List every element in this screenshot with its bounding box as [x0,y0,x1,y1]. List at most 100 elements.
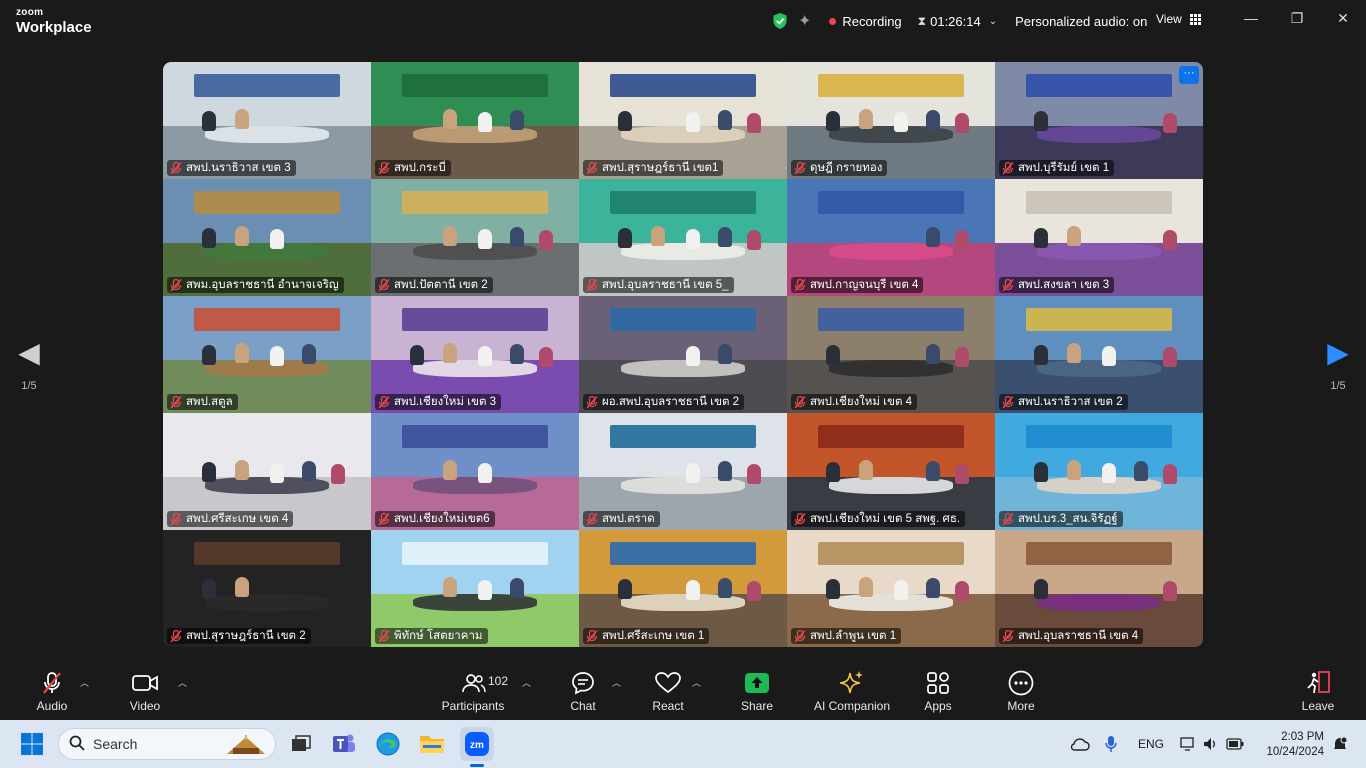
active-app-indicator [470,764,484,767]
more-label: More [1007,699,1035,713]
participant-figure [443,576,458,597]
microphone-muted-icon [586,278,598,292]
participant-video-tile[interactable]: สพป.เชียงใหม่ เขต 3 [371,296,579,413]
participant-video-tile[interactable]: สพป.อุบลราชธานี เขต 4 [995,530,1203,647]
task-view-icon[interactable] [285,728,317,760]
participant-video-tile[interactable]: สพป.สงขลา เขต 3 [995,179,1203,296]
participant-figure [859,459,874,480]
audio-button[interactable]: Audio [32,670,72,713]
participant-name: สพป.ปัตตานี เขต 2 [394,279,488,291]
participant-name: สพป.เชียงใหม่ เขต 4 [810,396,913,408]
room-banner [194,73,340,98]
share-label: Share [740,699,774,713]
participant-video-tile[interactable]: สพป.ลำพูน เขต 1 [787,530,995,647]
microphone-muted-icon [794,395,806,409]
weather-cloud-icon[interactable] [1070,720,1090,768]
view-button[interactable]: View [1156,12,1201,26]
react-button[interactable]: React [648,670,688,713]
teams-icon[interactable] [328,728,360,760]
participant-video-tile[interactable]: ดุษฎี กรายทอง [787,62,995,179]
conference-table [1036,360,1162,377]
microphone-tray-icon[interactable] [1104,720,1118,768]
personalized-audio-status[interactable]: Personalized audio: on [1015,14,1147,29]
participant-video-tile[interactable]: สพป.นราธิวาส เขต 3 [163,62,371,179]
participant-figure [746,464,761,485]
view-label: View [1156,12,1182,26]
participant-video-tile[interactable]: สพป.ศรีสะเกษ เขต 1 [579,530,787,647]
participant-figure [443,459,458,480]
chat-options-caret[interactable]: ︿ [612,676,621,689]
apps-button[interactable]: Apps [918,670,958,713]
volume-icon[interactable] [1203,720,1219,768]
audio-options-caret[interactable]: ︿ [80,676,89,689]
encryption-shield-icon[interactable] [772,12,788,30]
meeting-timer[interactable]: ⧗ 01:26:14 ⌄ [918,14,997,29]
apps-label: Apps [924,699,952,713]
participant-video-tile[interactable]: สพป.ตราด [579,413,787,530]
participant-video-tile[interactable]: สพป.เชียงใหม่ เขต 5 สพฐ. ศธ. [787,413,995,530]
participant-video-tile[interactable]: สพป.อุบลราชธานี เขต 5_ [579,179,787,296]
participant-video-tile[interactable]: สพป.ปัตตานี เขต 2 [371,179,579,296]
notification-icon[interactable] [1332,720,1348,768]
microphone-muted-icon [1002,278,1014,292]
participant-video-tile[interactable]: สพป.เชียงใหม่เขต6 [371,413,579,530]
previous-page-button[interactable]: ◀ 1/5 [14,338,44,393]
minimize-icon[interactable]: — [1241,10,1261,26]
participant-figure [686,463,701,484]
ai-sparkle-icon[interactable]: ✦ [798,11,811,31]
participant-video-tile[interactable]: ผอ.สพป.อุบลราชธานี เขต 2 [579,296,787,413]
ai-companion-button[interactable]: AI Companion [810,670,894,713]
close-icon[interactable]: ✕ [1333,10,1353,27]
participant-figure [201,345,216,366]
participant-name: สพป.อุบลราชธานี เขต 5_ [602,279,729,291]
page-indicator-right: 1/5 [1330,380,1346,392]
recording-dot-icon [829,17,837,25]
participant-video-tile[interactable]: สพป.กาญจนบุรี เขต 4 [787,179,995,296]
participant-video-tile[interactable]: สพป.กระบี่ [371,62,579,179]
participant-figure [954,464,969,485]
more-button[interactable]: More [1000,670,1042,713]
video-button[interactable]: Video [124,670,166,713]
participant-figure [1033,462,1048,483]
battery-icon[interactable] [1226,720,1244,768]
react-options-caret[interactable]: ︿ [692,676,701,689]
leave-door-icon [1298,670,1338,696]
participant-video-tile[interactable]: สพป.บร.3_สน.จิรัฏฐ์ [995,413,1203,530]
zoom-taskbar-icon[interactable]: zm [460,727,494,761]
react-label: React [652,699,684,713]
windows-start-icon[interactable] [16,728,48,760]
taskbar-search-box[interactable]: Search [58,728,276,760]
chat-button[interactable]: Chat [564,670,602,713]
participant-figure [270,463,285,484]
leave-button[interactable]: Leave [1298,670,1338,713]
video-options-caret[interactable]: ︿ [178,676,187,689]
participant-figure [509,226,524,247]
participant-video-tile[interactable]: พิทักษ์ โสตยาคาม [371,530,579,647]
recording-label[interactable]: Recording [842,14,901,29]
participant-figure [1067,459,1082,480]
microphone-muted-icon [586,629,598,643]
participant-video-tile[interactable]: สพป.นราธิวาส เขต 2 [995,296,1203,413]
system-clock[interactable]: 2:03 PM 10/24/2024 [1258,730,1324,760]
participant-figure [235,225,250,246]
input-language-indicator[interactable]: ENG [1138,720,1164,768]
participant-name: สพป.ลำพูน เขต 1 [810,630,897,642]
participant-name-tag: สพป.กระบี่ [375,160,451,176]
participants-options-caret[interactable]: ︿ [522,676,531,689]
restore-window-icon[interactable]: ❐ [1287,10,1307,27]
participant-video-tile[interactable]: สพม.อุบลราชธานี อำนาจเจริญ [163,179,371,296]
participant-video-tile[interactable]: สพป.บุรีรัมย์ เขต 1 ··· [995,62,1203,179]
participant-video-tile[interactable]: สพป.เชียงใหม่ เขต 4 [787,296,995,413]
file-explorer-icon[interactable] [416,728,448,760]
next-page-button[interactable]: ▶ 1/5 [1323,338,1353,393]
edge-browser-icon[interactable] [372,728,404,760]
network-icon[interactable] [1180,720,1196,768]
participant-video-tile[interactable]: สพป.สุราษฎร์ธานี เขต1 [579,62,787,179]
participant-video-tile[interactable]: สพป.ศรีสะเกษ เขต 4 [163,413,371,530]
share-button[interactable]: Share [738,670,776,713]
tile-more-options-icon[interactable]: ··· [1179,66,1199,84]
participant-video-tile[interactable]: สพป.สุราษฎร์ธานี เขต 2 [163,530,371,647]
participant-figure [925,577,940,598]
participant-figure [1133,460,1148,481]
participant-video-tile[interactable]: สพป.สตูล [163,296,371,413]
